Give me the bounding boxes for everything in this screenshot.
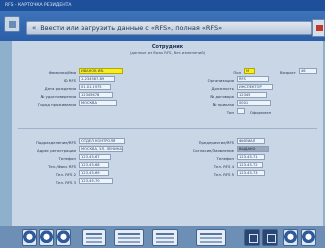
document-3-icon[interactable]: [152, 229, 178, 246]
field-label: Тел. RFS 3: [55, 180, 76, 185]
round-button-5-icon[interactable]: [301, 229, 316, 246]
certificate-field[interactable]: 12345678: [79, 92, 113, 98]
form-subtitle: (данные из базы RFS, без изменений): [129, 50, 206, 55]
field-label: Подразделение/RFS: [35, 140, 76, 145]
field-label: Пол: [233, 70, 241, 75]
phone-field[interactable]: 123-45-67: [79, 154, 111, 160]
phone3-field[interactable]: 123-45-70: [79, 178, 113, 184]
app-icon[interactable]: [4, 16, 20, 32]
document-1-icon[interactable]: [82, 229, 106, 246]
contract-field[interactable]: 12345: [237, 92, 267, 98]
enterprise-field[interactable]: ФИЛИАЛ: [237, 138, 265, 144]
field-label: Адрес регистрации: [36, 148, 76, 153]
field-label: Тел. RFS 5: [213, 172, 234, 177]
document-4-icon[interactable]: [196, 229, 226, 246]
back-arrow-icon[interactable]: «: [32, 24, 36, 32]
field-label: Согласие/Заявление: [192, 148, 234, 153]
consent-field[interactable]: ВЫДАНО: [237, 146, 269, 152]
round-button-2-icon[interactable]: [39, 229, 54, 246]
field-label: Телефон: [216, 156, 234, 161]
header-title: Ввести или загрузить данные с «RFS», пол…: [40, 24, 223, 32]
phone5-field[interactable]: 123-45-72: [237, 162, 263, 168]
field-label: № удостоверения: [40, 94, 76, 99]
field-label: Фамилия/Имя: [48, 70, 76, 75]
round-button-4-icon[interactable]: [283, 229, 298, 246]
fax-field[interactable]: 123-45-68: [79, 162, 109, 168]
round-button-3-icon[interactable]: [56, 229, 71, 246]
field-label: Город проживания: [37, 102, 76, 107]
field-label: Должность: [211, 86, 234, 91]
department-field[interactable]: ОТДЕЛ КОНТРОЛЯ: [79, 138, 125, 144]
order-field[interactable]: 0001: [237, 100, 271, 106]
age-field[interactable]: 46: [299, 68, 317, 74]
phone4-field[interactable]: 123-45-71: [237, 154, 265, 160]
field-label: Тип: [226, 110, 234, 115]
position-field[interactable]: ИНСПЕКТОР: [237, 84, 273, 90]
checkbox-hint: Оформлен: [250, 110, 272, 115]
window-1-icon[interactable]: [244, 229, 260, 246]
phone2-field[interactable]: 123-45-69: [79, 170, 109, 176]
header-title-bar: « Ввести или загрузить данные с «RFS», п…: [26, 21, 312, 35]
close-icon[interactable]: [312, 19, 325, 37]
field-label: № договора: [210, 94, 234, 99]
field-label: Организация: [207, 78, 234, 83]
section-divider: [18, 128, 317, 129]
id-field[interactable]: 1-234567-89: [79, 76, 115, 82]
city-field[interactable]: МОСКВА: [79, 100, 117, 106]
field-label: ID RFS: [63, 78, 76, 83]
phone6-field[interactable]: 123-45-73: [237, 170, 265, 176]
organization-field[interactable]: RFS: [237, 76, 269, 82]
document-2-icon[interactable]: [114, 229, 144, 246]
field-label: Телефон: [58, 156, 76, 161]
field-label: Возраст: [280, 70, 296, 75]
field-label: Дата рождения: [44, 86, 76, 91]
window-title-bar: RFS - КАРТОЧКА РЕЗИДЕНТА: [0, 0, 325, 11]
window-2-icon[interactable]: [262, 229, 278, 246]
round-button-1-icon[interactable]: [22, 229, 37, 246]
window-title: RFS - КАРТОЧКА РЕЗИДЕНТА: [5, 3, 72, 8]
birthdate-field[interactable]: 01.01.1975: [79, 84, 111, 90]
field-label: № приказа: [212, 102, 234, 107]
form-panel: Сотрудник (данные из базы RFS, без измен…: [12, 41, 323, 226]
type-checkbox[interactable]: [237, 108, 245, 114]
address-field[interactable]: МОСКВА, УЛ. ЛЕНИНА: [79, 146, 123, 152]
field-label: Предприятие/RFS: [198, 140, 234, 145]
field-label: Тел./Факс RFS: [48, 164, 76, 169]
gender-field[interactable]: М: [244, 68, 255, 74]
field-label: Тел. RFS 2: [55, 172, 76, 177]
name-field[interactable]: ИВАНОВ ИВ.: [79, 68, 123, 74]
field-label: Тел. RFS 4: [213, 164, 234, 169]
